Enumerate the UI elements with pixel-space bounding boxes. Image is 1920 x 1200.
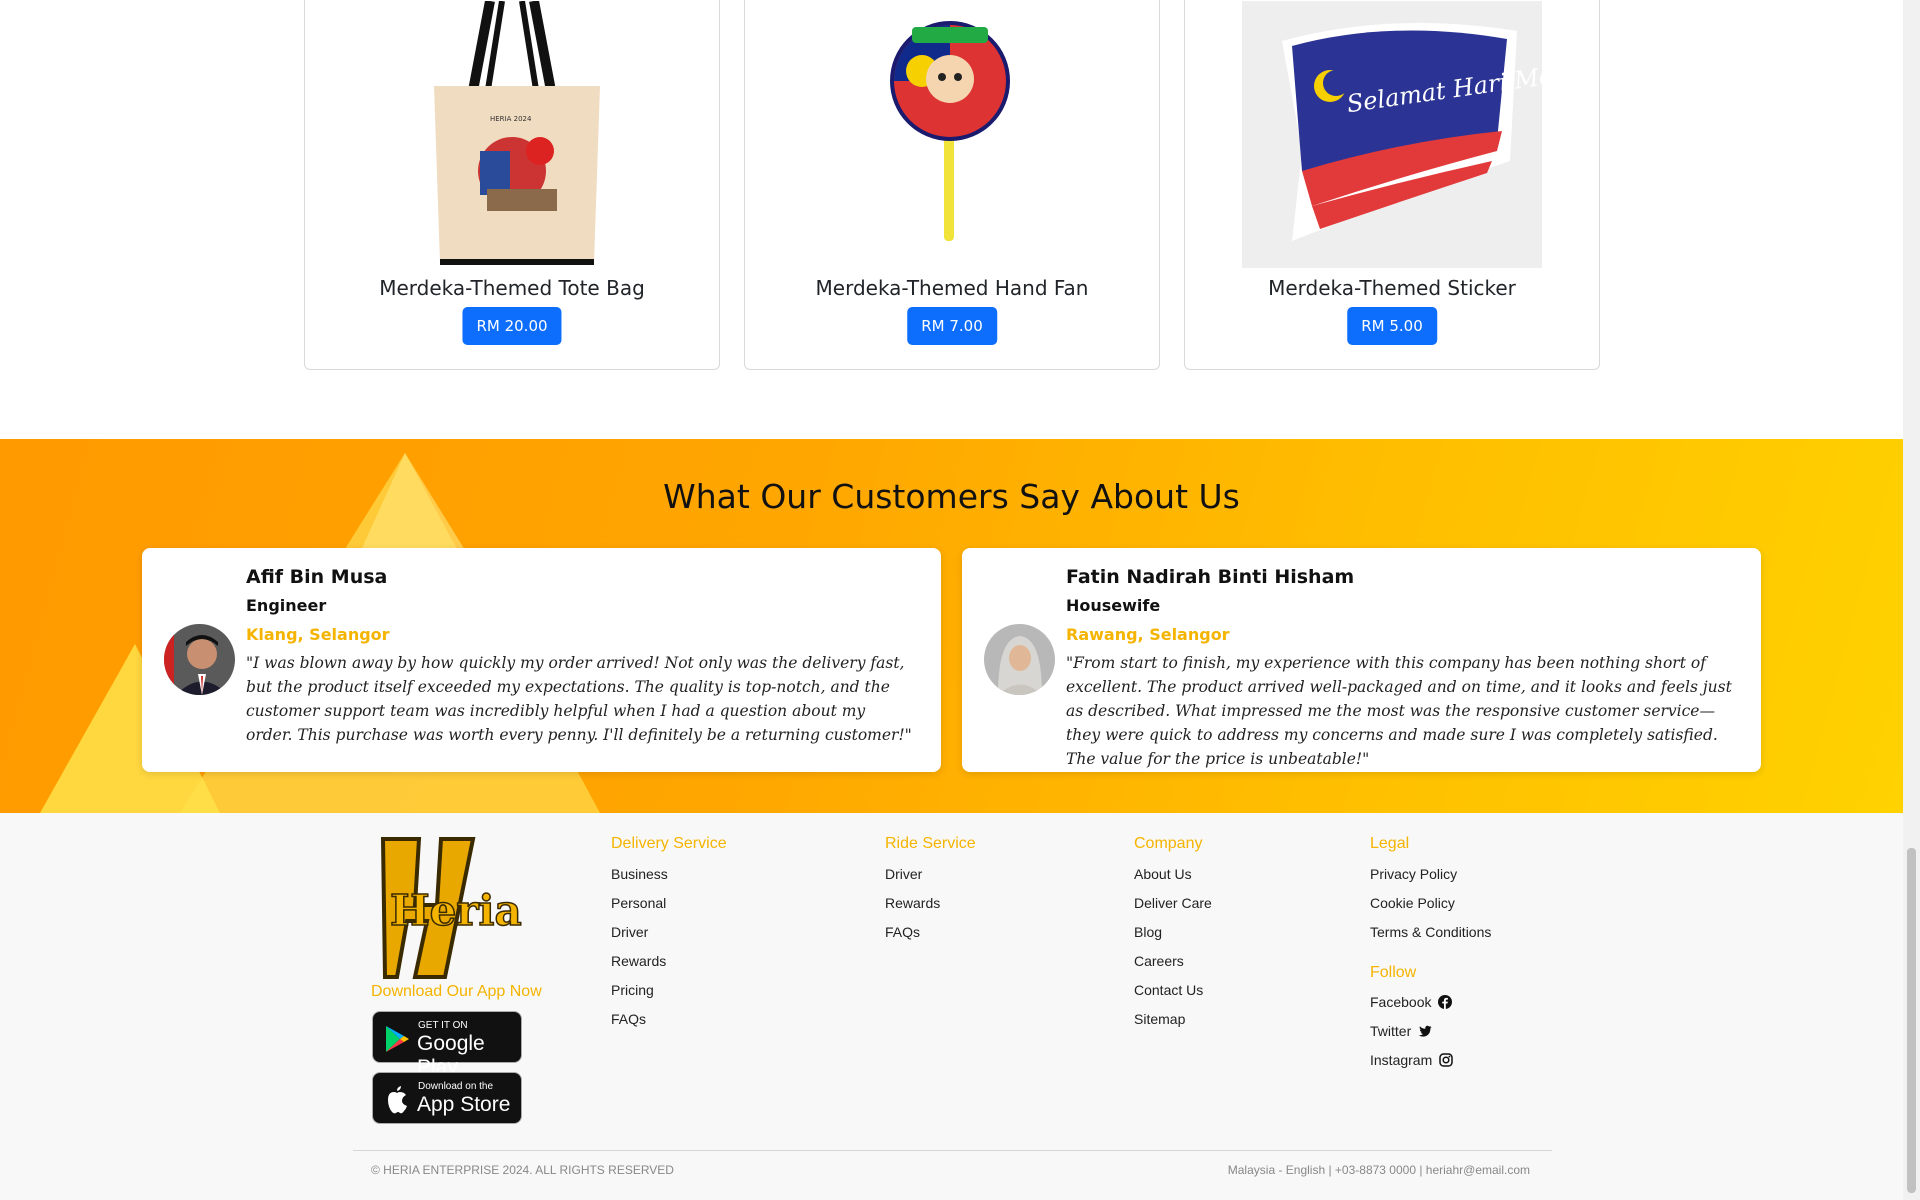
footer-link-terms[interactable]: Terms & Conditions bbox=[1370, 922, 1491, 951]
footer-link-privacy-policy[interactable]: Privacy Policy bbox=[1370, 864, 1491, 893]
section-title: What Our Customers Say About Us bbox=[663, 477, 1240, 516]
download-title: Download Our App Now bbox=[371, 983, 542, 1000]
column-title: Legal bbox=[1370, 835, 1410, 852]
footer-link-facebook[interactable]: Facebook bbox=[1370, 992, 1491, 1021]
footer-link-business[interactable]: Business bbox=[611, 864, 727, 893]
apple-icon bbox=[388, 1086, 407, 1114]
footer-link-sitemap[interactable]: Sitemap bbox=[1134, 1009, 1212, 1038]
footer-link-rewards[interactable]: Rewards bbox=[885, 893, 976, 922]
column-title: Delivery Service bbox=[611, 835, 727, 852]
review-quote: "I was blown away by how quickly my orde… bbox=[246, 654, 912, 744]
scrollbar-thumb[interactable] bbox=[1907, 848, 1916, 1193]
vertical-scrollbar[interactable] bbox=[1903, 0, 1920, 1200]
testimonials-section: What Our Customers Say About Us Afif Bin… bbox=[0, 439, 1903, 813]
footer-link-about-us[interactable]: About Us bbox=[1134, 864, 1212, 893]
follow-title: Follow bbox=[1370, 964, 1417, 981]
app-store-label: App Store bbox=[417, 1093, 511, 1116]
logo-text: Heria bbox=[390, 886, 522, 935]
price-button[interactable]: RM 5.00 bbox=[1347, 307, 1437, 345]
footer: Heria Download Our App Now GET IT ON Goo… bbox=[0, 813, 1903, 1200]
column-title: Ride Service bbox=[885, 835, 976, 852]
product-name: Merdeka-Themed Tote Bag bbox=[379, 276, 645, 300]
sticker-image: Selamat Hari Merdeka bbox=[1242, 1, 1542, 268]
svg-text:HERIA 2024: HERIA 2024 bbox=[490, 115, 532, 123]
app-store-button[interactable]: Download on the App Store bbox=[372, 1072, 522, 1124]
copyright-text: © HERIA ENTERPRISE 2024. ALL RIGHTS RESE… bbox=[371, 1163, 674, 1177]
hand-fan-image bbox=[890, 21, 1010, 241]
footer-column-delivery-service: Delivery Service Business Personal Drive… bbox=[611, 835, 727, 1038]
footer-link-driver[interactable]: Driver bbox=[611, 922, 727, 951]
product-name: Merdeka-Themed Sticker bbox=[1268, 276, 1516, 300]
reviewer-role: Housewife bbox=[1066, 596, 1161, 615]
reviewer-role: Engineer bbox=[246, 596, 327, 615]
footer-link-contact-us[interactable]: Contact Us bbox=[1134, 980, 1212, 1009]
footer-link-careers[interactable]: Careers bbox=[1134, 951, 1212, 980]
footer-link-rewards[interactable]: Rewards bbox=[611, 951, 727, 980]
footer-divider bbox=[353, 1150, 1552, 1151]
reviewer-location: Klang, Selangor bbox=[246, 625, 390, 644]
footer-link-twitter[interactable]: Twitter bbox=[1370, 1021, 1491, 1050]
reviewer-location: Rawang, Selangor bbox=[1066, 625, 1230, 644]
footer-link-deliver-care[interactable]: Deliver Care bbox=[1134, 893, 1212, 922]
product-card[interactable]: Selamat Hari Merdeka Merdeka-Themed Stic… bbox=[1184, 0, 1600, 370]
product-card[interactable]: Merdeka-Themed Hand Fan RM 7.00 bbox=[744, 0, 1160, 370]
footer-column-ride-service: Ride Service Driver Rewards FAQs bbox=[885, 835, 976, 951]
twitter-icon bbox=[1418, 1025, 1432, 1037]
app-store-small: Download on the bbox=[418, 1081, 494, 1092]
instagram-icon bbox=[1439, 1053, 1453, 1067]
footer-link-blog[interactable]: Blog bbox=[1134, 922, 1212, 951]
avatar bbox=[164, 624, 235, 695]
heria-logo[interactable]: Heria bbox=[375, 835, 525, 981]
reviewer-name: Fatin Nadirah Binti Hisham bbox=[1066, 566, 1355, 588]
footer-link-faqs[interactable]: FAQs bbox=[885, 922, 976, 951]
footer-link-personal[interactable]: Personal bbox=[611, 893, 727, 922]
testimonial-card: Fatin Nadirah Binti Hisham Housewife Raw… bbox=[962, 548, 1761, 772]
review-quote: "From start to finish, my experience wit… bbox=[1066, 654, 1732, 768]
product-card[interactable]: HERIA 2024 Merdeka-Themed Tote Bag RM 20… bbox=[304, 0, 720, 370]
instagram-label: Instagram bbox=[1370, 1052, 1433, 1068]
footer-link-faqs[interactable]: FAQs bbox=[611, 1009, 727, 1038]
footer-link-instagram[interactable]: Instagram bbox=[1370, 1050, 1491, 1079]
footer-column-company: Company About Us Deliver Care Blog Caree… bbox=[1134, 835, 1212, 1038]
twitter-label: Twitter bbox=[1370, 1023, 1412, 1039]
google-play-small: GET IT ON bbox=[418, 1020, 468, 1031]
price-button[interactable]: RM 7.00 bbox=[907, 307, 997, 345]
footer-link-driver[interactable]: Driver bbox=[885, 864, 976, 893]
footer-link-cookie-policy[interactable]: Cookie Policy bbox=[1370, 893, 1491, 922]
products-section: HERIA 2024 Merdeka-Themed Tote Bag RM 20… bbox=[0, 0, 1903, 439]
facebook-label: Facebook bbox=[1370, 994, 1432, 1010]
google-play-button[interactable]: GET IT ON Google Play bbox=[372, 1011, 522, 1079]
footer-column-legal: Legal Privacy Policy Cookie Policy Terms… bbox=[1370, 835, 1491, 1079]
footer-link-pricing[interactable]: Pricing bbox=[611, 980, 727, 1009]
contact-info: Malaysia - English | +03-8873 0000 | her… bbox=[1227, 1163, 1530, 1177]
google-play-icon bbox=[386, 1026, 409, 1052]
tote-bag-image: HERIA 2024 bbox=[434, 1, 600, 265]
facebook-icon bbox=[1438, 995, 1453, 1009]
testimonial-card: Afif Bin Musa Engineer Klang, Selangor "… bbox=[142, 548, 941, 772]
product-name: Merdeka-Themed Hand Fan bbox=[815, 276, 1089, 300]
price-button[interactable]: RM 20.00 bbox=[462, 307, 562, 345]
avatar bbox=[984, 624, 1055, 695]
column-title: Company bbox=[1134, 835, 1203, 852]
reviewer-name: Afif Bin Musa bbox=[246, 566, 388, 588]
